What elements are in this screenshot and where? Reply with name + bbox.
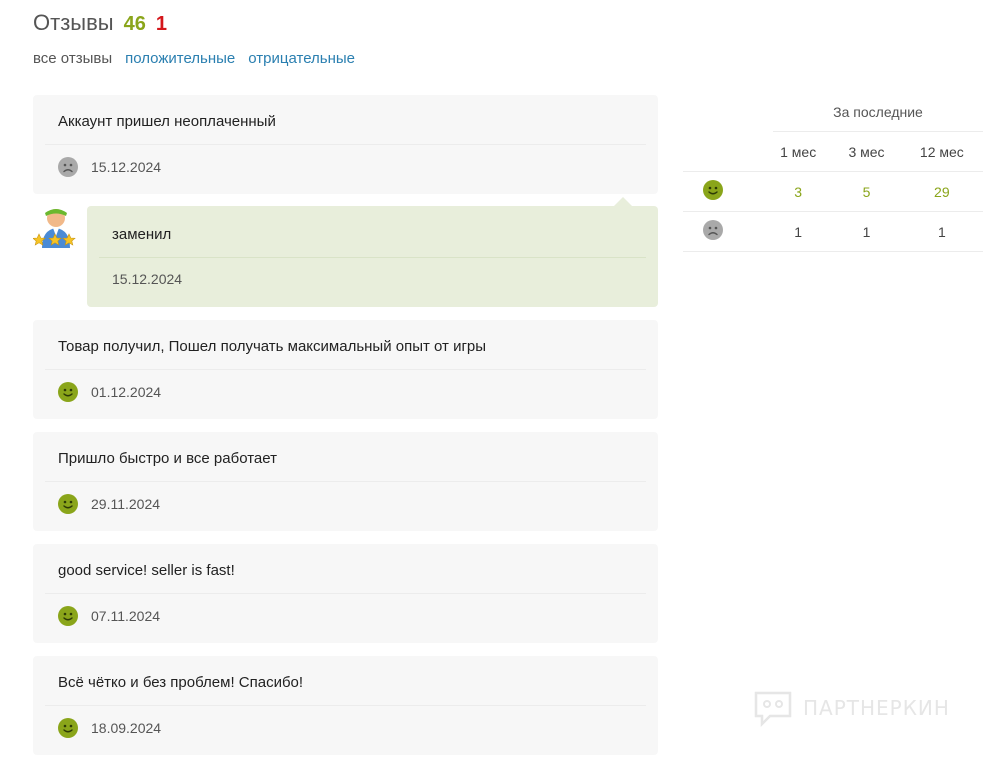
review-card: Товар получил, Пошел получать максимальн… <box>33 320 658 419</box>
review-date: 15.12.2024 <box>91 159 162 175</box>
review-card: good service! seller is fast! 07.11.2024 <box>33 544 658 643</box>
stats-cell: 29 <box>900 171 983 212</box>
reply-bubble: заменил 15.12.2024 <box>87 197 658 307</box>
stats-column-header: 3 мес <box>832 132 901 172</box>
review-text: Товар получил, Пошел получать максимальн… <box>58 338 487 355</box>
stats-cell: 1 <box>832 211 901 252</box>
review-feed: Аккаунт пришел неоплаченный 15.12.2024 з… <box>33 95 658 768</box>
stats-period-label: За последние <box>773 95 983 132</box>
review-text: Всё чётко и без проблем! Спасибо! <box>58 674 304 691</box>
seller-reply: заменил 15.12.2024 <box>33 197 658 307</box>
filter-all[interactable]: все отзывы <box>33 50 112 67</box>
happy-face-icon <box>58 382 78 402</box>
review-date: 07.11.2024 <box>91 608 161 624</box>
stats-row-positive: 3 5 29 <box>683 171 983 212</box>
reply-text: заменил <box>112 226 172 243</box>
happy-face-icon <box>58 494 78 514</box>
watermark-text: ПАРТНЕРКИН <box>803 696 950 720</box>
review-filters: все отзывы положительные отрицательные <box>33 50 355 67</box>
happy-face-icon <box>58 718 78 738</box>
negative-count: 1 <box>155 13 167 35</box>
happy-face-icon <box>58 606 78 626</box>
reply-date: 15.12.2024 <box>112 271 183 287</box>
filter-negative-link[interactable]: отрицательные <box>248 50 355 67</box>
page-title: Отзывы <box>33 10 114 35</box>
reviews-header: Отзывы 46 1 все отзывы положительные отр… <box>33 10 355 67</box>
stats-row-negative: 1 1 1 <box>683 211 983 252</box>
chat-bubble-icon <box>754 691 792 728</box>
review-card: Аккаунт пришел неоплаченный 15.12.2024 <box>33 95 658 194</box>
review-card: Всё чётко и без проблем! Спасибо! 18.09.… <box>33 656 658 755</box>
stats-column-header: 1 мес <box>764 132 833 172</box>
positive-count: 46 <box>123 13 146 35</box>
happy-face-icon <box>703 180 723 200</box>
review-text: Пришло быстро и все работает <box>58 450 277 467</box>
stats-cell: 3 <box>764 171 833 212</box>
filter-positive-link[interactable]: положительные <box>125 50 235 67</box>
watermark: ПАРТНЕРКИН <box>753 688 950 728</box>
stats-cell: 5 <box>832 171 901 212</box>
review-text: Аккаунт пришел неоплаченный <box>58 113 276 130</box>
review-stats-table: За последние 1 мес 3 мес 12 мес 3 5 29 1… <box>683 95 983 252</box>
seller-avatar <box>33 209 76 248</box>
sad-face-icon <box>703 220 723 240</box>
stats-column-header: 12 мес <box>900 132 983 172</box>
review-text: good service! seller is fast! <box>58 562 235 579</box>
review-card: Пришло быстро и все работает 29.11.2024 <box>33 432 658 531</box>
stats-cell: 1 <box>764 211 833 252</box>
review-date: 29.11.2024 <box>91 496 161 512</box>
sad-face-icon <box>58 157 78 177</box>
stats-cell: 1 <box>900 211 983 252</box>
review-date: 18.09.2024 <box>91 720 162 736</box>
review-date: 01.12.2024 <box>91 384 162 400</box>
